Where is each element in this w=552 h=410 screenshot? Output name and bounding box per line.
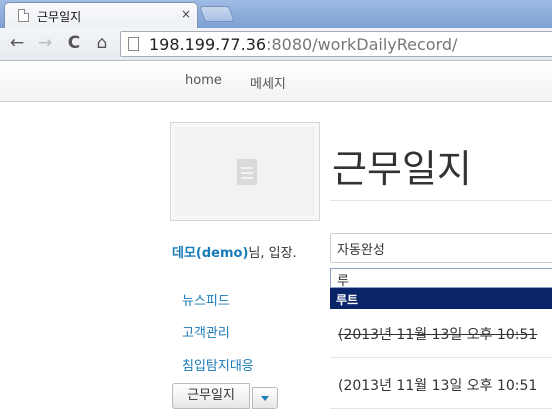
- close-tab-icon[interactable]: ×: [181, 7, 191, 21]
- autocomplete-input[interactable]: 자동완성: [330, 233, 552, 263]
- logo-placeholder: [170, 122, 320, 221]
- welcome-message: 데모(demo)님, 입장.: [172, 242, 297, 261]
- divider: [330, 357, 552, 358]
- page-icon: [18, 9, 29, 22]
- browser-tab[interactable]: 근무일지 ×: [4, 2, 198, 28]
- browser-toolbar: ← → C ⌂ 198.199.77.36:8080/workDailyReco…: [0, 28, 552, 61]
- divider: [330, 200, 552, 201]
- sidebar-link-customers[interactable]: 고객관리: [182, 322, 230, 341]
- work-log-button[interactable]: 근무일지: [172, 383, 250, 409]
- divider: [330, 408, 552, 409]
- page-icon: [128, 37, 139, 51]
- page-title: 근무일지: [332, 147, 472, 191]
- url-text: 198.199.77.36:8080/workDailyRecord/: [149, 35, 457, 54]
- dropdown-caret-button[interactable]: [252, 387, 278, 409]
- new-tab-button[interactable]: [199, 6, 235, 22]
- record-item[interactable]: (2013년 11월 13일 오후 10:51: [338, 375, 537, 395]
- url-host: 198.199.77.36: [149, 35, 267, 54]
- browser-tab-strip: 근무일지 ×: [0, 0, 552, 28]
- nav-home-link[interactable]: home: [185, 73, 222, 88]
- document-icon: [237, 159, 257, 185]
- site-navbar: home 메세지: [0, 62, 552, 102]
- sidebar-link-newsfeed[interactable]: 뉴스피드: [182, 290, 230, 309]
- suggestion-item[interactable]: 루트: [330, 288, 552, 309]
- record-item[interactable]: (2013년 11월 13일 오후 10:51: [338, 324, 537, 344]
- url-path: :8080/workDailyRecord/: [266, 35, 458, 54]
- nav-message-link[interactable]: 메세지: [250, 73, 286, 92]
- forward-icon[interactable]: →: [34, 32, 56, 54]
- sidebar-link-intrusion[interactable]: 침입탐지대응: [182, 355, 254, 374]
- logo-image: [175, 127, 315, 216]
- tab-title: 근무일지: [37, 10, 82, 24]
- reload-icon[interactable]: C: [63, 32, 85, 54]
- home-icon[interactable]: ⌂: [91, 32, 113, 54]
- user-name[interactable]: 데모(demo): [172, 246, 248, 261]
- back-icon[interactable]: ←: [6, 32, 28, 54]
- address-bar[interactable]: 198.199.77.36:8080/workDailyRecord/: [120, 31, 552, 57]
- suggest-input[interactable]: 루: [330, 268, 552, 289]
- welcome-suffix: 님, 입장.: [248, 246, 297, 261]
